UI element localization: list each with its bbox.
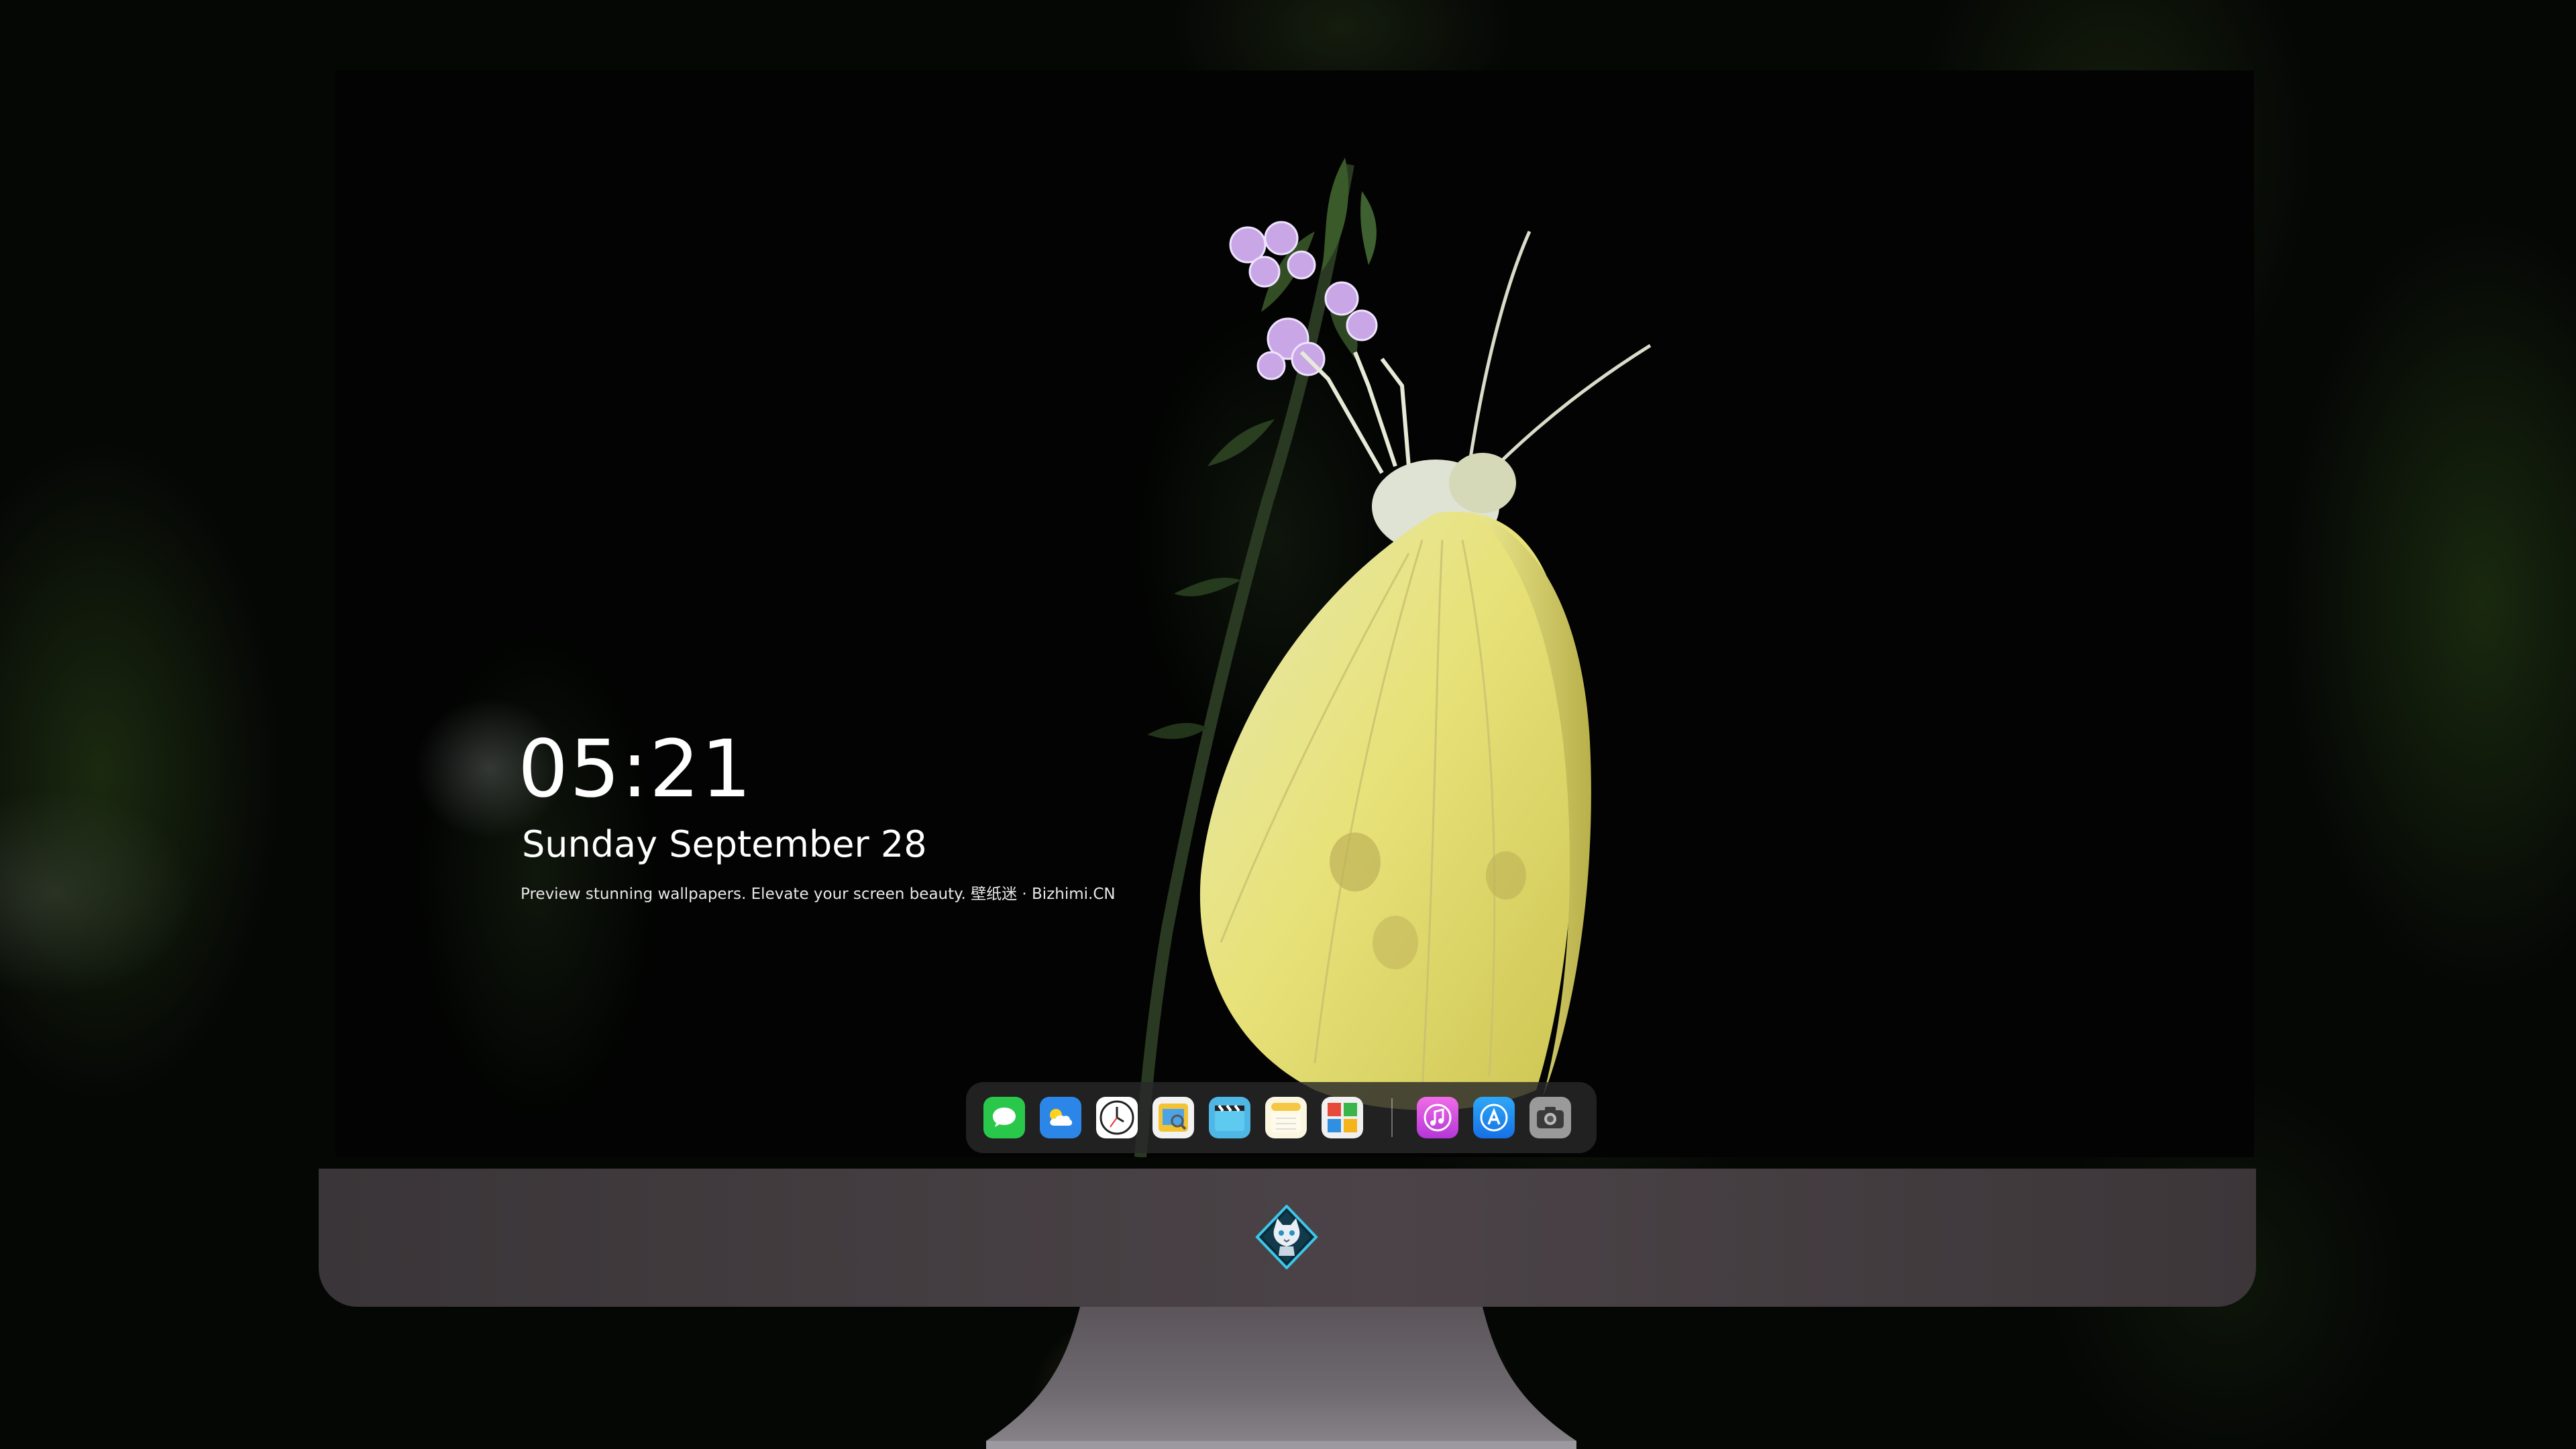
monitor-stand — [986, 1307, 1576, 1449]
weather-icon[interactable] — [1040, 1097, 1081, 1138]
app-dock — [966, 1082, 1597, 1153]
clips-icon[interactable] — [1209, 1097, 1250, 1138]
messages-icon[interactable] — [983, 1097, 1025, 1138]
monitor-screen: 05:21 Sunday September 28 Preview stunni… — [335, 70, 2254, 1157]
photo-booth-icon[interactable] — [1322, 1097, 1363, 1138]
butterfly-wallpaper — [1134, 158, 1652, 1157]
cat-mascot-logo-icon — [1255, 1205, 1318, 1269]
lock-screen-caption: Preview stunning wallpapers. Elevate you… — [521, 885, 1116, 903]
app-store-icon[interactable] — [1473, 1097, 1515, 1138]
camera-icon[interactable] — [1529, 1097, 1571, 1138]
music-icon[interactable] — [1417, 1097, 1458, 1138]
preview-icon[interactable] — [1152, 1097, 1194, 1138]
dock-separator — [1391, 1098, 1393, 1137]
clock-icon[interactable] — [1096, 1097, 1138, 1138]
lock-screen-time: 05:21 — [518, 722, 753, 815]
lock-screen-date: Sunday September 28 — [522, 823, 927, 865]
notes-icon[interactable] — [1265, 1097, 1307, 1138]
